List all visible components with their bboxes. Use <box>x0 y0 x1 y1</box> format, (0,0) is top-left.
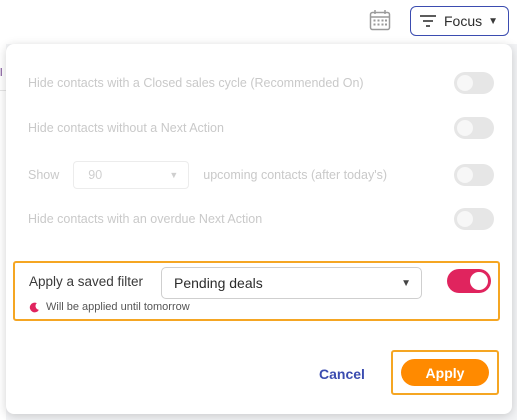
option-label: Hide contacts with an overdue Next Actio… <box>28 212 263 226</box>
option-row-closed-sales-cycle: Hide contacts with a Closed sales cycle … <box>28 69 494 97</box>
focus-label: Focus <box>444 13 483 29</box>
option-label: Hide contacts without a Next Action <box>28 121 224 135</box>
toggle-no-next-action[interactable] <box>454 117 494 139</box>
saved-filter-note: Will be applied until tomorrow <box>29 301 190 313</box>
chevron-down-icon: ▼ <box>401 277 411 289</box>
focus-dropdown-panel: Hide contacts with a Closed sales cycle … <box>6 44 512 414</box>
background-text-fragment: l <box>0 67 3 79</box>
toggle-overdue-next-action[interactable] <box>454 208 494 230</box>
saved-filter-label: Apply a saved filter <box>29 274 144 289</box>
option-prefix: Show <box>28 168 60 182</box>
option-label: Hide contacts with a Closed sales cycle … <box>28 76 364 90</box>
saved-filter-select[interactable]: Pending deals ▼ <box>161 267 422 299</box>
moon-icon <box>29 302 39 312</box>
toggle-upcoming-contacts[interactable] <box>454 164 494 186</box>
toggle-saved-filter[interactable] <box>447 269 491 293</box>
calendar-button[interactable] <box>368 8 392 32</box>
option-row-upcoming-contacts: Show 90 ▼ upcoming contacts (after today… <box>28 161 494 189</box>
days-select-value: 90 <box>88 168 103 182</box>
days-select[interactable]: 90 ▼ <box>73 161 190 189</box>
focus-button[interactable]: Focus ▼ <box>410 6 509 36</box>
chevron-down-icon: ▼ <box>169 170 179 180</box>
option-row-no-next-action: Hide contacts without a Next Action <box>28 114 494 142</box>
chevron-down-icon: ▼ <box>488 15 499 27</box>
apply-button[interactable]: Apply <box>401 359 489 386</box>
calendar-icon <box>369 10 391 31</box>
saved-filter-section: Apply a saved filter Pending deals ▼ Wil… <box>13 261 500 321</box>
toggle-closed-sales-cycle[interactable] <box>454 72 494 94</box>
filter-lines-icon <box>420 15 436 27</box>
apply-highlight: Apply <box>391 350 499 395</box>
saved-filter-note-text: Will be applied until tomorrow <box>46 301 190 313</box>
saved-filter-value: Pending deals <box>174 275 263 291</box>
option-suffix: upcoming contacts (after today's) <box>203 168 388 182</box>
top-bar: Focus ▼ <box>0 0 517 44</box>
option-row-overdue-next-action: Hide contacts with an overdue Next Actio… <box>28 205 494 233</box>
cancel-button[interactable]: Cancel <box>302 362 382 386</box>
